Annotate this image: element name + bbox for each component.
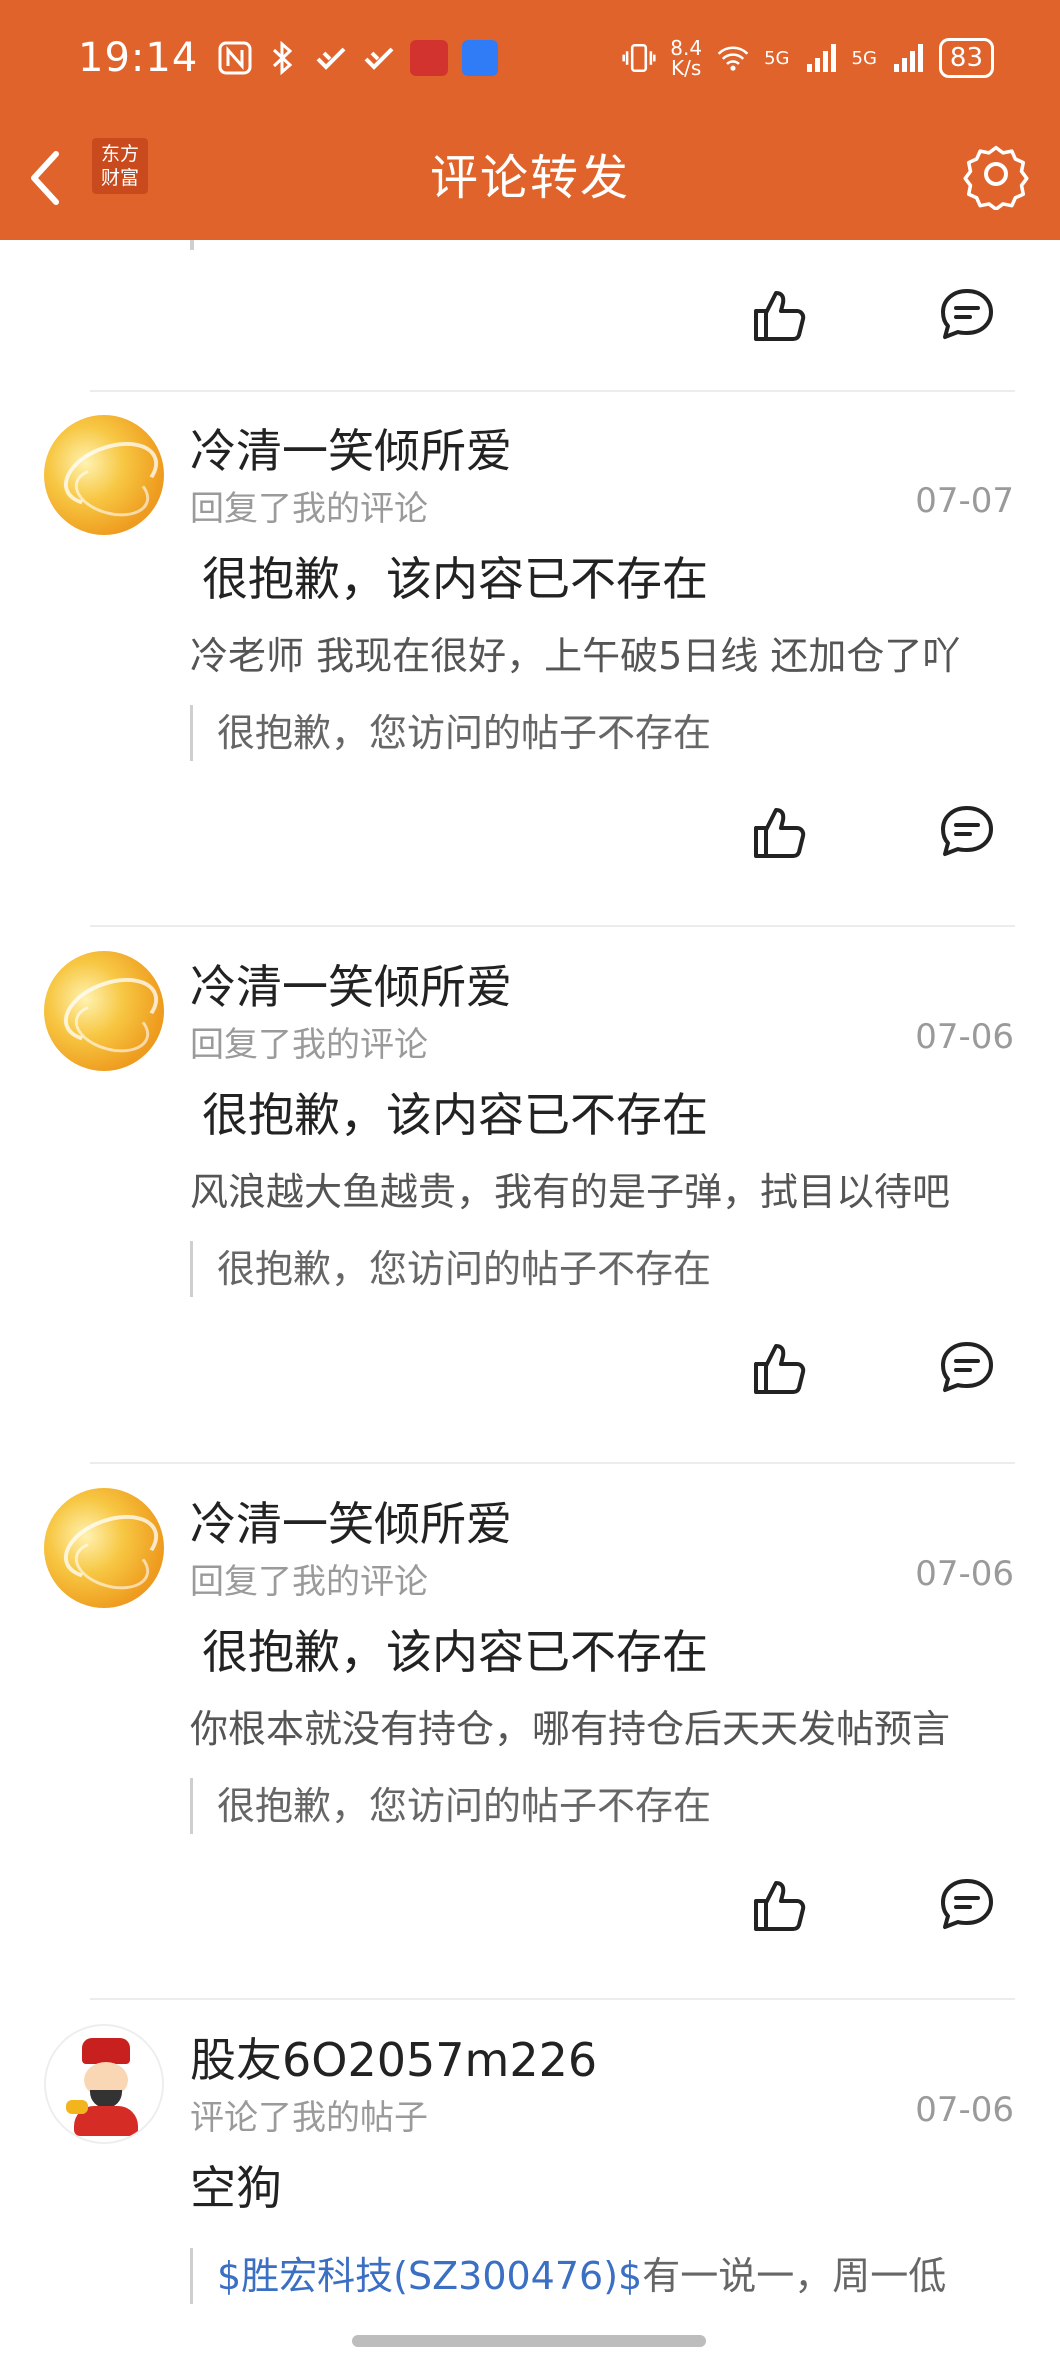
action-label: 评论了我的帖子 bbox=[190, 2098, 428, 2138]
action-label: 回复了我的评论 bbox=[190, 1025, 428, 1065]
quoted-post[interactable]: 很抱歉，您访问的帖子不存在 bbox=[190, 1778, 1030, 1834]
signal-label-2: 5G bbox=[851, 47, 877, 69]
reply-title: 很抱歉，该内容已不存在 bbox=[202, 1625, 708, 1679]
thumbs-up-icon[interactable] bbox=[750, 1875, 810, 1935]
action-row bbox=[0, 285, 1060, 345]
home-indicator[interactable] bbox=[352, 2335, 706, 2347]
page-title: 评论转发 bbox=[429, 150, 630, 206]
signal-icon-2 bbox=[891, 41, 925, 75]
date: 07-07 bbox=[915, 481, 1014, 521]
status-icons-right: 8.4 K/s 5G 5G 83 bbox=[622, 38, 994, 78]
username[interactable]: 冷清一笑倾所爱 bbox=[190, 415, 512, 481]
net-speed: 8.4 K/s bbox=[670, 38, 702, 78]
avatar[interactable] bbox=[44, 1488, 164, 1608]
app-header: 19:14 8.4 K/s 5G 5G 83 东方 财富 评论转发 bbox=[0, 0, 1060, 240]
status-time: 19:14 bbox=[78, 35, 199, 81]
signal-label-1: 5G bbox=[764, 47, 790, 69]
divider bbox=[90, 390, 1015, 392]
vibrate-icon bbox=[622, 41, 656, 75]
action-label: 回复了我的评论 bbox=[190, 489, 428, 529]
reply-title: 空狗 bbox=[190, 2161, 282, 2215]
comment-icon[interactable] bbox=[937, 1875, 997, 1935]
status-icons-left bbox=[218, 40, 499, 76]
reply-text: 风浪越大鱼越贵，我有的是子弹，拭目以待吧 bbox=[190, 1170, 951, 1214]
username[interactable]: 冷清一笑倾所爱 bbox=[190, 1488, 512, 1554]
avatar[interactable] bbox=[44, 2024, 164, 2144]
bluetooth-icon bbox=[266, 41, 300, 75]
link-icon bbox=[314, 41, 348, 75]
status-bar: 19:14 8.4 K/s 5G 5G 83 bbox=[78, 28, 994, 88]
reply-text: 冷老师 我现在很好，上午破5日线 还加仓了吖 bbox=[190, 634, 961, 678]
thumbs-up-icon[interactable] bbox=[750, 1338, 810, 1398]
avatar[interactable] bbox=[44, 951, 164, 1071]
quoted-post[interactable]: 很抱歉，您访问的帖子不存在 bbox=[190, 1241, 1030, 1297]
comment-icon[interactable] bbox=[937, 802, 997, 862]
gear-icon[interactable] bbox=[960, 138, 1032, 211]
quote-bar-partial bbox=[190, 240, 194, 250]
divider bbox=[90, 1462, 1015, 1464]
reply-title: 很抱歉，该内容已不存在 bbox=[202, 1088, 708, 1142]
thumbs-up-icon[interactable] bbox=[750, 802, 810, 862]
app-notification-icon bbox=[410, 40, 449, 76]
divider bbox=[90, 1998, 1015, 2000]
comment-icon[interactable] bbox=[937, 285, 997, 345]
action-label: 回复了我的评论 bbox=[190, 1562, 428, 1602]
quote-text: 有一说一，周一低 bbox=[642, 2254, 947, 2298]
date: 07-06 bbox=[915, 1554, 1014, 1594]
quoted-post[interactable]: 很抱歉，您访问的帖子不存在 bbox=[190, 705, 1030, 761]
stock-link[interactable]: $胜宏科技(SZ300476)$ bbox=[217, 2254, 642, 2298]
username[interactable]: 冷清一笑倾所爱 bbox=[190, 951, 512, 1017]
divider bbox=[90, 925, 1015, 927]
reply-title: 很抱歉，该内容已不存在 bbox=[202, 552, 708, 606]
reply-text: 你根本就没有持仓，哪有持仓后天天发帖预言 bbox=[190, 1707, 951, 1751]
date: 07-06 bbox=[915, 2090, 1014, 2130]
quoted-post[interactable]: $胜宏科技(SZ300476)$有一说一，周一低 bbox=[190, 2248, 1030, 2304]
date: 07-06 bbox=[915, 1017, 1014, 1057]
comment-icon[interactable] bbox=[937, 1338, 997, 1398]
app-notification-icon-2 bbox=[462, 40, 499, 76]
net-speed-value: 8.4 bbox=[670, 36, 703, 60]
nav-bar: 东方 财富 评论转发 bbox=[0, 138, 1060, 240]
signal-icon bbox=[804, 41, 838, 75]
thumbs-up-icon[interactable] bbox=[750, 285, 810, 345]
username[interactable]: 股友6O2057m226 bbox=[190, 2024, 597, 2090]
link-icon-2 bbox=[362, 41, 396, 75]
avatar[interactable] bbox=[44, 415, 164, 535]
wifi-icon bbox=[716, 41, 750, 75]
battery-indicator: 83 bbox=[938, 38, 994, 78]
nfc-icon bbox=[218, 41, 252, 75]
net-speed-unit: K/s bbox=[671, 56, 702, 80]
